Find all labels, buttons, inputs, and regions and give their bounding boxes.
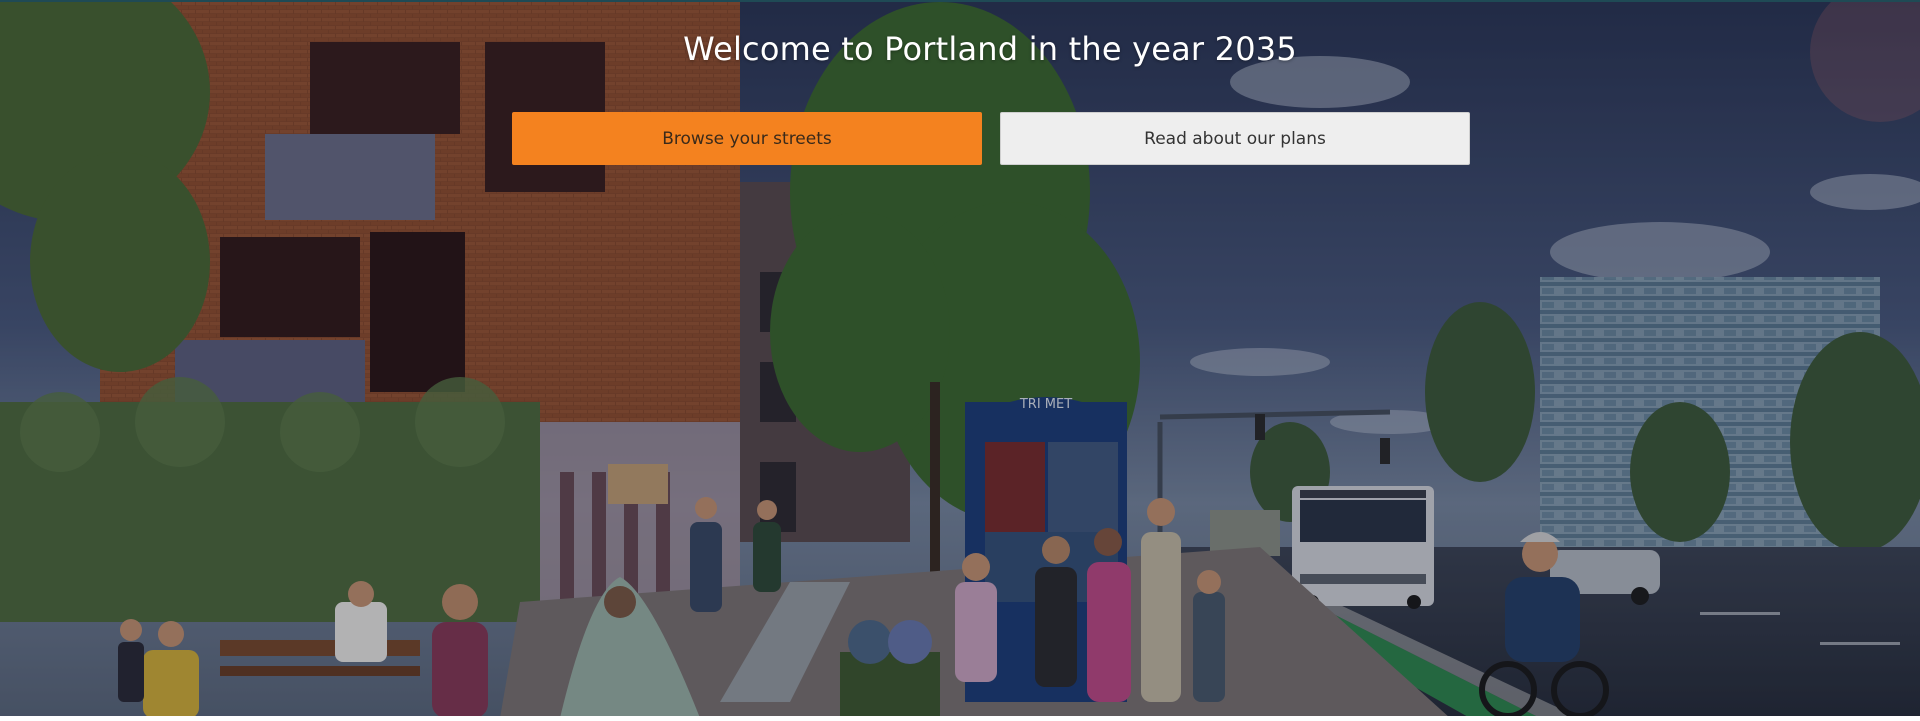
browse-streets-button[interactable]: Browse your streets <box>512 112 982 165</box>
bench <box>220 640 420 656</box>
storefront-sign <box>608 464 668 504</box>
cta-button-group: Browse your streets Read about our plans <box>512 112 1470 165</box>
read-plans-button[interactable]: Read about our plans <box>1000 112 1470 165</box>
page-title: Welcome to Portland in the year 2035 <box>683 30 1297 68</box>
transit-sign: TRI MET <box>1019 397 1072 412</box>
flower-planter <box>840 620 940 716</box>
page-below-hero <box>0 716 1920 721</box>
hero-background-illustration: TRI MET <box>0 2 1920 716</box>
hero-banner: TRI MET Welcome to Portland in the year … <box>0 0 1920 716</box>
bus <box>1292 486 1434 609</box>
